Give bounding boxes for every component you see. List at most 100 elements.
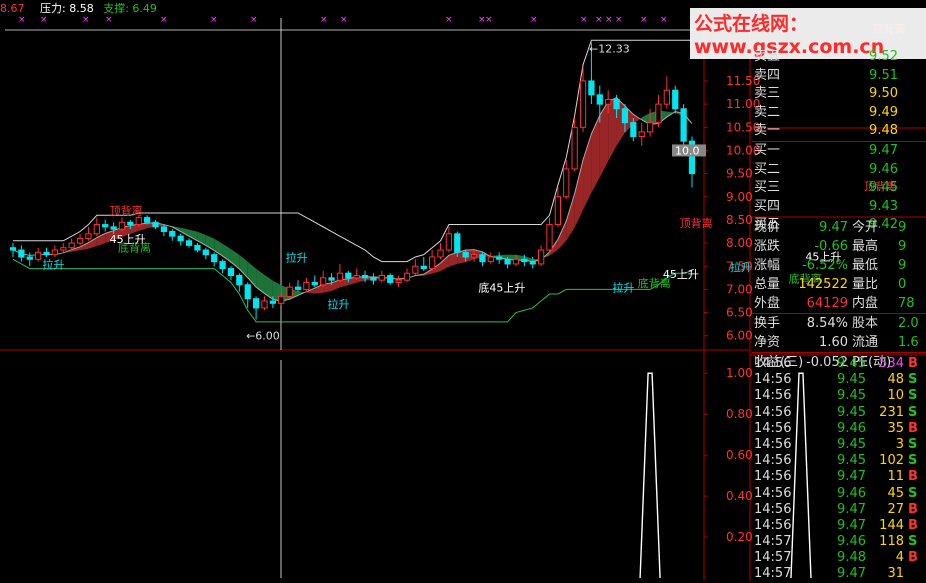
stats-v1: 1.60 — [819, 335, 848, 350]
candle-body — [353, 275, 360, 279]
stats-v1: 142522 — [798, 277, 848, 292]
candle-body — [85, 233, 92, 239]
candle-body — [60, 247, 67, 251]
tick-p: 9.47 — [837, 501, 866, 517]
tick-t: 14:56 — [754, 453, 792, 469]
candle-body — [169, 231, 176, 237]
stats-v2: 2.0 — [898, 316, 919, 331]
tick-s: S — [908, 534, 918, 550]
candle-body — [672, 89, 679, 110]
candle-body — [102, 224, 109, 228]
annotation-label: 拉升 — [43, 258, 65, 272]
top-marker: × — [530, 15, 538, 25]
tick-s: B — [908, 420, 918, 436]
stats-l1: 净资 — [754, 335, 781, 350]
tick-v: 118 — [879, 534, 904, 550]
indicator-tick-label: 0.80 — [726, 407, 753, 421]
tick-t: 14:56 — [754, 420, 792, 436]
top-marker: × — [615, 15, 623, 25]
stats-l2: 今开 — [852, 220, 879, 235]
order-price: 9.52 — [869, 49, 898, 64]
annotation-label: 底45上升 — [478, 281, 525, 295]
order-row: 卖二 9.49 — [752, 104, 926, 123]
stats-l2: 流通 — [852, 335, 879, 350]
candle-body — [202, 249, 209, 256]
stats-l1: 总量 — [754, 277, 781, 292]
candle-body — [613, 98, 620, 110]
indicator-tick-label: 0.40 — [726, 489, 753, 503]
candle-body — [35, 251, 42, 260]
order-price: 9.45 — [869, 180, 898, 196]
tick-p: 9.45 — [837, 404, 866, 420]
order-row: 买一 9.47 — [752, 140, 926, 161]
candle-body — [236, 275, 243, 286]
candle-body — [529, 261, 536, 265]
top-marker: × — [595, 15, 603, 25]
annotation-label: 拉升 — [613, 281, 635, 295]
stats-l2: 内盘 — [852, 296, 879, 311]
top-marker: × — [18, 15, 26, 25]
candle-body — [244, 284, 251, 300]
header-pressure: 压力: 8.58 — [40, 2, 94, 15]
tick-row: 14:56 9.45 3 S — [752, 437, 926, 453]
stats-v1: 64129 — [806, 296, 848, 311]
top-marker: × — [160, 15, 168, 25]
annotation-label: 拉升 — [286, 251, 308, 265]
tick-v: 534 — [879, 356, 904, 371]
order-price: 9.43 — [869, 198, 898, 214]
price-tick-label: 9.00 — [726, 190, 753, 204]
stats-v2: 1.6 — [898, 335, 919, 350]
tick-p: 9.46 — [837, 534, 866, 550]
candle-body — [504, 258, 511, 265]
tick-v: 102 — [879, 453, 904, 469]
annotation-label: 45上升 — [663, 268, 699, 281]
top-marker: × — [105, 15, 113, 25]
candle-body — [445, 233, 453, 251]
price-tick-label: 6.50 — [726, 306, 753, 320]
candle-body — [294, 286, 302, 290]
order-label: 卖一 — [754, 123, 781, 139]
stats-v2: 9 — [898, 239, 907, 254]
stats-v1: -6.52% — [802, 258, 848, 273]
stats-row: 现价 9.47 今开 9 — [752, 218, 926, 237]
candle-body — [588, 80, 595, 96]
top-marker: × — [210, 15, 218, 25]
candle-body — [177, 235, 184, 242]
stats-l2: 量比 — [852, 277, 879, 292]
order-book: 卖五 9.52 卖四 9.51 卖三 9.50 卖二 9.49 卖一 9.48 买一 9.47 买二 9.… — [752, 48, 926, 235]
candle-body — [655, 103, 662, 124]
top-marker: × — [82, 15, 90, 25]
candle-body — [194, 244, 201, 251]
tick-row: 14:56 9.45 48 S — [752, 372, 926, 388]
tick-s: B — [908, 550, 918, 566]
tick-s: S — [908, 436, 918, 452]
tick-v: 45 — [887, 485, 904, 501]
stats-row: 外盘 64129 内盘 78 — [752, 294, 926, 313]
top-marker: × — [320, 15, 328, 25]
indicator-tick-label: 1.00 — [726, 366, 753, 380]
tick-row: 14:56 9.45 231 S — [752, 405, 926, 421]
tick-t: 14:57 — [754, 566, 792, 582]
tick-v: 4 — [895, 550, 904, 566]
tick-t: 14:56 — [754, 517, 792, 533]
order-price: 9.48 — [869, 123, 898, 139]
tick-s: S — [908, 388, 918, 404]
annotation-label: 顶背离 — [110, 203, 143, 217]
stats-row: 涨幅 -6.52% 最低 9 — [752, 256, 926, 275]
candle-body — [378, 275, 385, 281]
candle-body — [311, 281, 318, 286]
candle-body — [521, 258, 528, 263]
stats-v2: 0 — [898, 277, 907, 292]
candle-body — [278, 295, 285, 304]
tick-p: 9.45 — [837, 388, 866, 404]
candle-body — [51, 249, 59, 256]
tick-v: 10 — [887, 388, 904, 404]
order-label: 卖三 — [754, 86, 781, 102]
tick-s: B — [908, 356, 918, 371]
candle-body — [395, 279, 402, 283]
candle-body — [370, 277, 377, 281]
price-tick-label: 8.50 — [726, 213, 753, 227]
candle-body — [563, 168, 570, 198]
candle-body — [546, 224, 553, 251]
tick-list: 14:56 9.45 534 B 14:56 9.45 48 S 14:56 9.45 10 S 14:… — [752, 356, 926, 583]
